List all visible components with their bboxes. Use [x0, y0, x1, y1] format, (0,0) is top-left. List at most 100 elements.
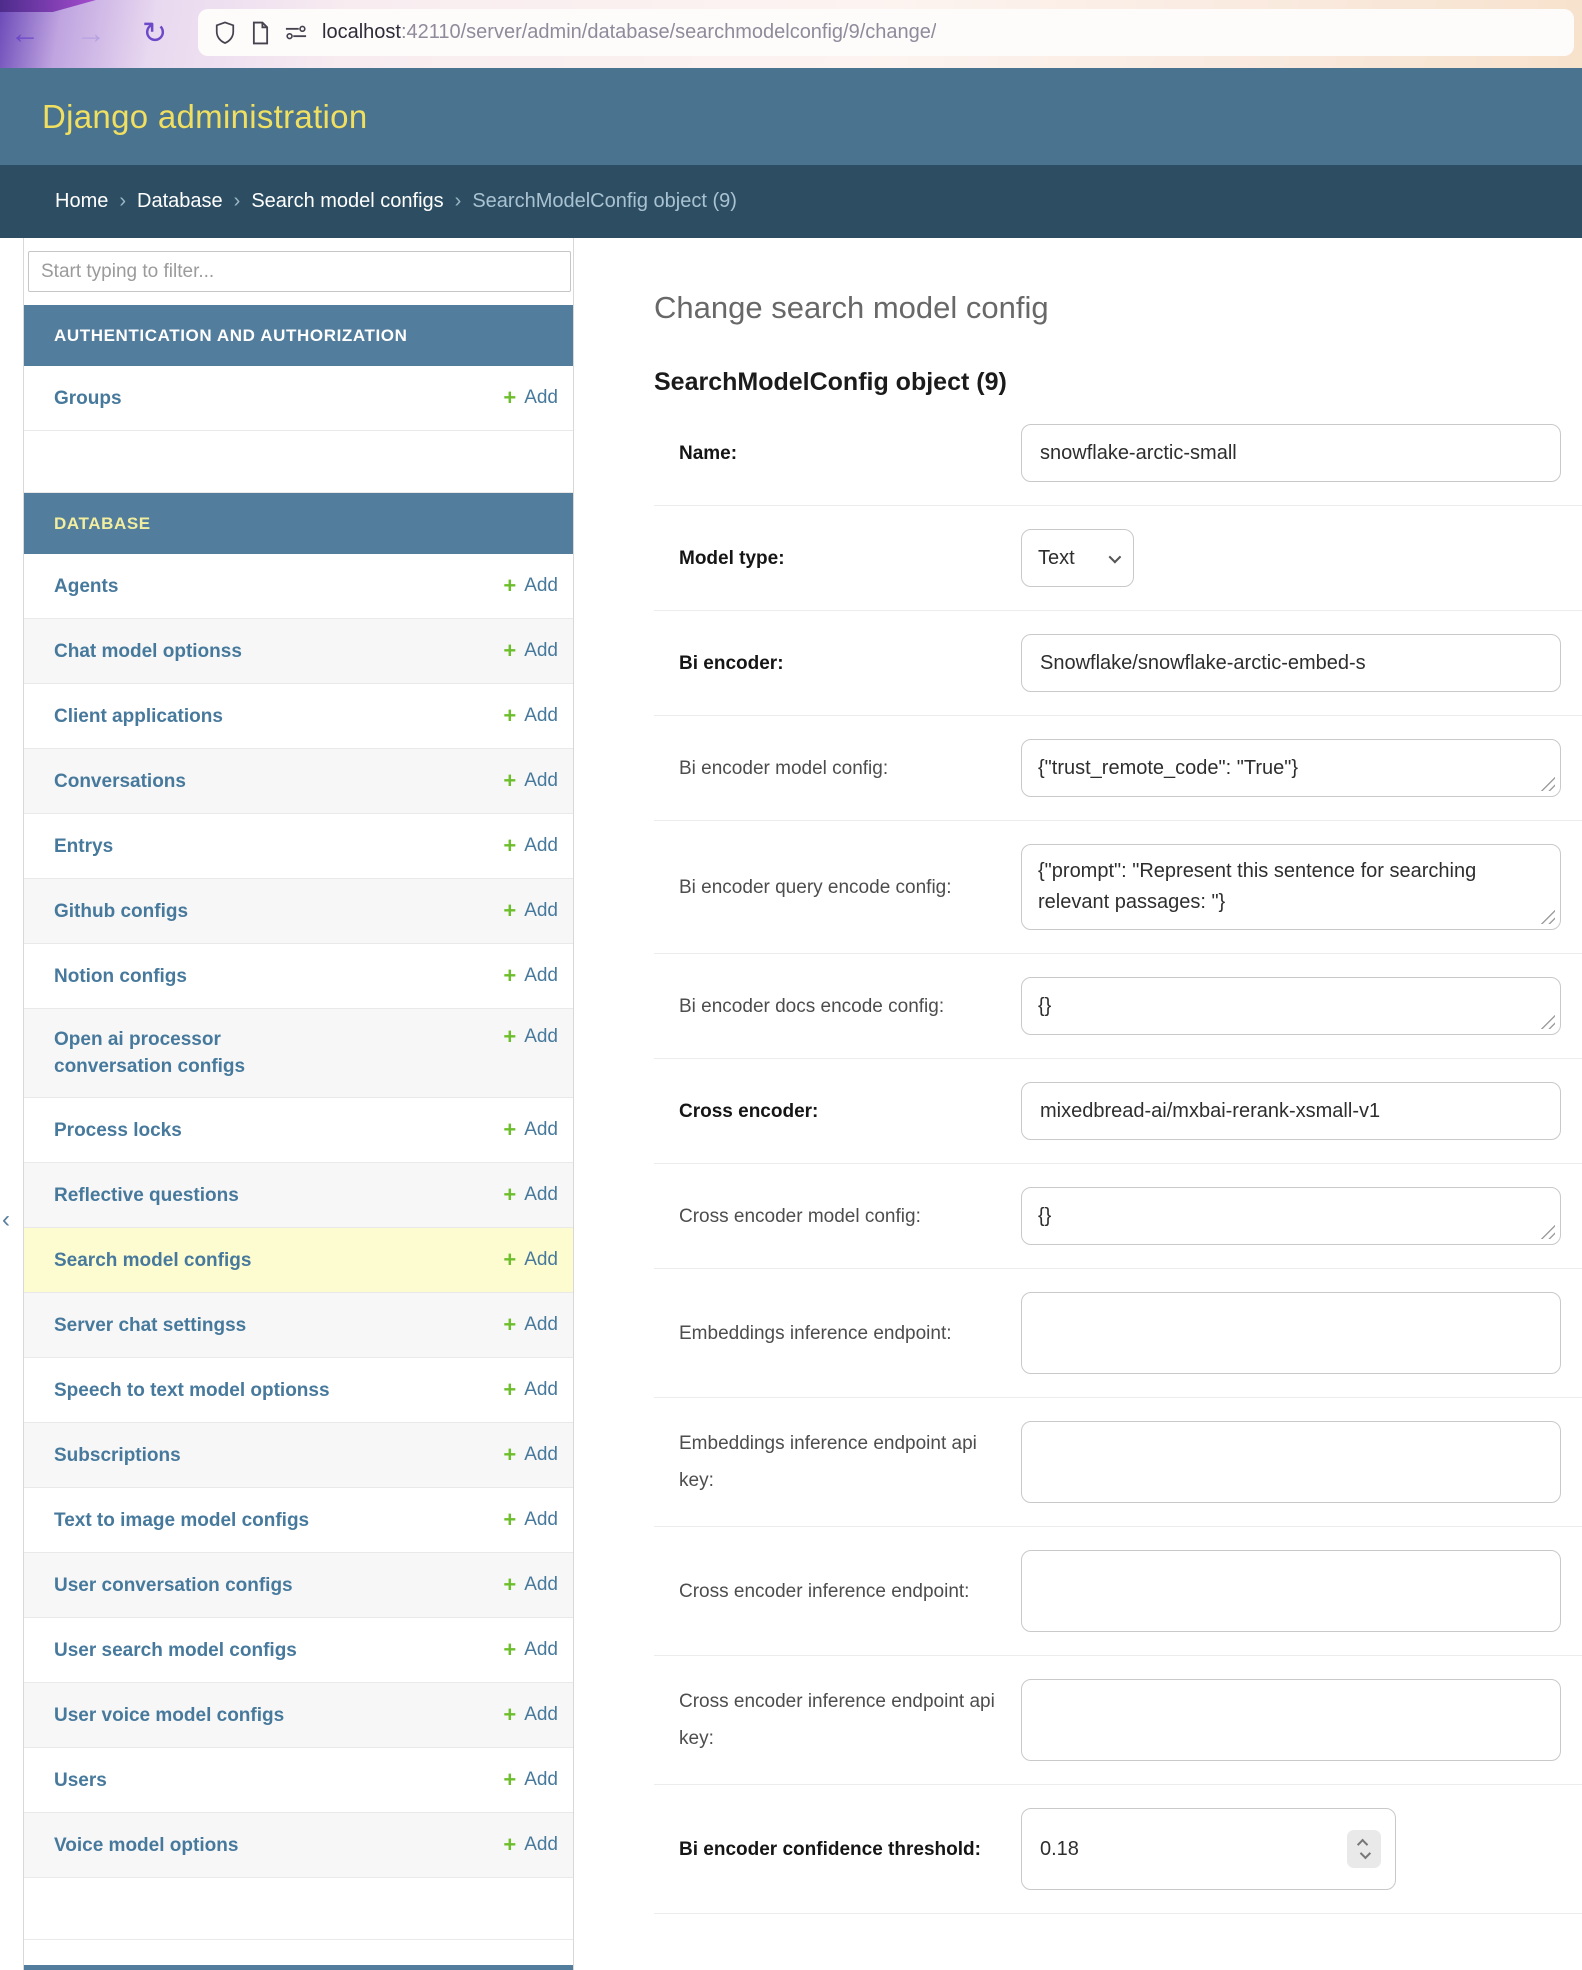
- add-link[interactable]: +Add: [503, 1184, 558, 1206]
- sidebar-item-conversations[interactable]: Conversations +Add: [24, 749, 573, 814]
- sidebar-item-link[interactable]: Entrys: [54, 833, 113, 860]
- sidebar-item-link[interactable]: Github configs: [54, 898, 188, 925]
- form-row-bi-encoder-docs-encode-config: Bi encoder docs encode config:{}: [654, 954, 1582, 1059]
- sidebar-item-open-ai-processor-conversation-configs[interactable]: Open ai processor conversation configs +A…: [24, 1009, 573, 1098]
- add-link[interactable]: +Add: [503, 1509, 558, 1531]
- sidebar-item-user-voice-model-configs[interactable]: User voice model configs +Add: [24, 1683, 573, 1748]
- plus-icon: +: [503, 387, 516, 409]
- text-input[interactable]: [1021, 1550, 1561, 1632]
- sidebar-item-voice-model-options[interactable]: Voice model options +Add: [24, 1813, 573, 1878]
- add-link[interactable]: +Add: [503, 1769, 558, 1791]
- breadcrumb-link-home[interactable]: Home: [55, 190, 108, 213]
- browser-back-button[interactable]: ←: [10, 19, 40, 49]
- sidebar-item-user-search-model-configs[interactable]: User search model configs +Add: [24, 1618, 573, 1683]
- sidebar-item-client-applications[interactable]: Client applications +Add: [24, 684, 573, 749]
- number-stepper[interactable]: [1347, 1830, 1381, 1868]
- add-label: Add: [524, 1119, 558, 1141]
- add-link[interactable]: +Add: [503, 640, 558, 662]
- add-link[interactable]: +Add: [503, 705, 558, 727]
- textarea-input[interactable]: {"trust_remote_code": "True"}: [1021, 739, 1561, 797]
- sidebar-item-link[interactable]: Agents: [54, 573, 118, 600]
- add-link[interactable]: +Add: [503, 1119, 558, 1141]
- sidebar-item-search-model-configs[interactable]: Search model configs +Add: [24, 1228, 573, 1293]
- add-link[interactable]: +Add: [503, 1379, 558, 1401]
- add-link[interactable]: +Add: [503, 1639, 558, 1661]
- sidebar-item-link[interactable]: Search model configs: [54, 1247, 251, 1274]
- sidebar-collapse-toggle-icon[interactable]: ‹: [2, 1206, 10, 1234]
- add-link[interactable]: +Add: [503, 1834, 558, 1856]
- sidebar-item-link[interactable]: Chat model optionss: [54, 638, 242, 665]
- add-label: Add: [524, 1509, 558, 1531]
- sidebar-item-link[interactable]: Server chat settingss: [54, 1312, 246, 1339]
- browser-forward-button[interactable]: →: [76, 19, 106, 49]
- sidebar-item-link[interactable]: User search model configs: [54, 1637, 297, 1664]
- text-input[interactable]: [1021, 1292, 1561, 1374]
- sidebar-item-link[interactable]: Conversations: [54, 768, 186, 795]
- add-link[interactable]: +Add: [503, 1314, 558, 1336]
- add-link[interactable]: +Add: [503, 1026, 558, 1048]
- browser-reload-button[interactable]: ↻: [142, 19, 167, 49]
- url-bar[interactable]: localhost:42110/server/admin/database/se…: [198, 9, 1574, 56]
- sidebar-item-groups[interactable]: Groups +Add: [24, 366, 573, 431]
- plus-icon: +: [503, 640, 516, 662]
- sidebar-item-reflective-questions[interactable]: Reflective questions +Add: [24, 1163, 573, 1228]
- sidebar-item-link[interactable]: Process locks: [54, 1117, 182, 1144]
- sidebar-item-link[interactable]: Reflective questions: [54, 1182, 239, 1209]
- text-input[interactable]: snowflake-arctic-small: [1021, 424, 1561, 482]
- sidebar-item-notion-configs[interactable]: Notion configs +Add: [24, 944, 573, 1009]
- add-link[interactable]: +Add: [503, 770, 558, 792]
- sidebar-item-link[interactable]: Subscriptions: [54, 1442, 181, 1469]
- add-link[interactable]: +Add: [503, 900, 558, 922]
- sidebar-item-link[interactable]: User voice model configs: [54, 1702, 284, 1729]
- field-label: Cross encoder model config:: [679, 1198, 1009, 1235]
- textarea-input[interactable]: {}: [1021, 1187, 1561, 1245]
- shield-icon[interactable]: [214, 20, 236, 45]
- sidebar-item-link[interactable]: User conversation configs: [54, 1572, 293, 1599]
- number-input[interactable]: 0.18: [1021, 1808, 1396, 1890]
- text-input[interactable]: [1021, 1421, 1561, 1503]
- sidebar-item-link[interactable]: Speech to text model optionss: [54, 1377, 330, 1404]
- sidebar-item-speech-to-text-model-optionss[interactable]: Speech to text model optionss +Add: [24, 1358, 573, 1423]
- sidebar-item-process-locks[interactable]: Process locks +Add: [24, 1098, 573, 1163]
- sidebar-item-users[interactable]: Users +Add: [24, 1748, 573, 1813]
- sidebar-item-server-chat-settingss[interactable]: Server chat settingss +Add: [24, 1293, 573, 1358]
- sidebar-item-agents[interactable]: Agents +Add: [24, 554, 573, 619]
- textarea-input[interactable]: {"prompt": "Represent this sentence for …: [1021, 844, 1561, 930]
- sidebar-item-entrys[interactable]: Entrys +Add: [24, 814, 573, 879]
- add-link[interactable]: +Add: [503, 1444, 558, 1466]
- add-link[interactable]: +Add: [503, 1249, 558, 1271]
- model-type-select[interactable]: Text: [1021, 529, 1134, 587]
- site-title[interactable]: Django administration: [42, 98, 367, 136]
- site-permissions-icon[interactable]: [285, 25, 307, 40]
- add-link[interactable]: +Add: [503, 1704, 558, 1726]
- add-link[interactable]: +Add: [503, 387, 558, 409]
- sidebar-item-link[interactable]: Notion configs: [54, 963, 187, 990]
- add-link[interactable]: +Add: [503, 965, 558, 987]
- add-link[interactable]: +Add: [503, 1574, 558, 1596]
- sidebar-item-text-to-image-model-configs[interactable]: Text to image model configs +Add: [24, 1488, 573, 1553]
- sidebar-item-chat-model-optionss[interactable]: Chat model optionss +Add: [24, 619, 573, 684]
- plus-icon: +: [503, 1249, 516, 1271]
- text-input[interactable]: mixedbread-ai/mxbai-rerank-xsmall-v1: [1021, 1082, 1561, 1140]
- breadcrumb-link-database[interactable]: Database: [137, 190, 223, 213]
- url-text[interactable]: localhost:42110/server/admin/database/se…: [322, 21, 936, 44]
- sidebar-item-link[interactable]: Open ai processor conversation configs: [54, 1026, 289, 1080]
- sidebar-item-github-configs[interactable]: Github configs +Add: [24, 879, 573, 944]
- sidebar-item-link[interactable]: Client applications: [54, 703, 223, 730]
- textarea-input[interactable]: {}: [1021, 977, 1561, 1035]
- sidebar-item-link[interactable]: Voice model options: [54, 1832, 238, 1859]
- sidebar-item-subscriptions[interactable]: Subscriptions +Add: [24, 1423, 573, 1488]
- add-link[interactable]: +Add: [503, 835, 558, 857]
- text-input[interactable]: [1021, 1679, 1561, 1761]
- plus-icon: +: [503, 1639, 516, 1661]
- sidebar-item-link[interactable]: Groups: [54, 385, 122, 412]
- text-input[interactable]: Snowflake/snowflake-arctic-embed-s: [1021, 634, 1561, 692]
- add-link[interactable]: +Add: [503, 575, 558, 597]
- sidebar-item-link[interactable]: Users: [54, 1767, 107, 1794]
- sidebar-item-link[interactable]: Text to image model configs: [54, 1507, 309, 1534]
- sidebar-item-user-conversation-configs[interactable]: User conversation configs +Add: [24, 1553, 573, 1618]
- sidebar-filter-input[interactable]: [28, 251, 571, 292]
- page-icon[interactable]: [251, 21, 270, 45]
- add-label: Add: [524, 770, 558, 792]
- breadcrumb-link-search-model-configs[interactable]: Search model configs: [251, 190, 443, 213]
